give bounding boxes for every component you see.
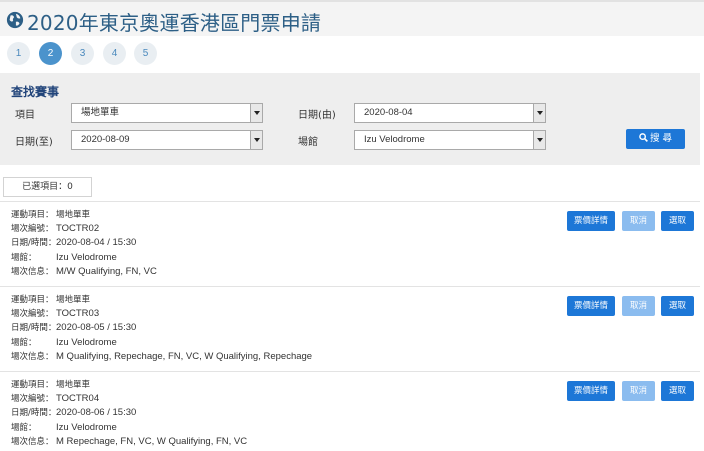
date-to-select-value: 2020-08-09 <box>81 134 130 145</box>
session-entry: 運動項目： 場地單車 場次編號： TOCTR03 日期/時間：2020-08-05 … <box>0 286 700 370</box>
cancel-button[interactable]: 取消 <box>622 296 655 316</box>
session-datetime-row: 日期/時間：2020-08-05 / 15:30 <box>11 322 137 333</box>
session-sport-row: 運動項目： 場地單車 <box>11 210 91 220</box>
venue-select[interactable]: Izu Velodrome <box>354 130 546 150</box>
step-1[interactable]: 1 <box>7 42 30 65</box>
session-code-row: 場次編號： TOCTR04 <box>11 393 100 404</box>
sport-select[interactable]: 場地單車 <box>71 103 263 123</box>
globe-icon <box>6 11 24 29</box>
ticket-details-button[interactable]: 票價詳情 <box>567 211 615 231</box>
session-code-row: 場次編號： TOCTR02 <box>11 223 100 234</box>
session-code-row: 場次編號： TOCTR03 <box>11 308 100 319</box>
page-header: 2020年東京奧運香港區門票申請 <box>0 0 704 36</box>
venue-label: 場館 <box>298 137 318 148</box>
session-entry: 運動項目： 場地單車 場次編號： TOCTR04 日期/時間：2020-08-06 … <box>0 371 700 451</box>
sport-select-value: 場地單車 <box>81 107 120 118</box>
selected-count-badge: 已選項目：0 <box>3 177 92 197</box>
session-datetime-row: 日期/時間：2020-08-04 / 15:30 <box>11 237 137 248</box>
select-button[interactable]: 選取 <box>661 211 694 231</box>
search-panel-title: 查找賽事 <box>11 85 60 99</box>
cancel-button[interactable]: 取消 <box>622 211 655 231</box>
chevron-down-icon <box>250 131 262 149</box>
date-from-select-value: 2020-08-04 <box>364 107 413 118</box>
step-2[interactable]: 2 <box>39 42 62 65</box>
date-from-select[interactable]: 2020-08-04 <box>354 103 546 123</box>
date-to-label: 日期(至) <box>15 137 53 148</box>
step-3[interactable]: 3 <box>71 42 94 65</box>
session-venue-row: 場館： Izu Velodrome <box>11 252 117 263</box>
step-4[interactable]: 4 <box>103 42 126 65</box>
ticket-details-button[interactable]: 票價詳情 <box>567 296 615 316</box>
chevron-down-icon <box>533 104 545 122</box>
date-from-label: 日期(由) <box>298 110 336 121</box>
cancel-button[interactable]: 取消 <box>622 381 655 401</box>
step-indicator: 1 2 3 4 5 <box>0 36 704 70</box>
sport-label: 項目 <box>15 110 35 121</box>
session-sport-row: 運動項目： 場地單車 <box>11 295 91 305</box>
session-venue-row: 場館： Izu Velodrome <box>11 337 117 348</box>
step-5[interactable]: 5 <box>134 42 157 65</box>
search-button-label: 搜 尋 <box>649 133 673 144</box>
search-icon <box>639 133 648 142</box>
session-info-row: 場次信息： M Qualifying, Repechage, FN, VC, W … <box>11 351 313 362</box>
date-to-select[interactable]: 2020-08-09 <box>71 130 263 150</box>
session-sport-row: 運動項目： 場地單車 <box>11 380 91 390</box>
search-button[interactable]: 搜 尋 <box>626 129 685 149</box>
chevron-down-icon <box>250 104 262 122</box>
session-datetime-row: 日期/時間：2020-08-06 / 15:30 <box>11 407 137 418</box>
venue-select-value: Izu Velodrome <box>364 134 425 145</box>
session-entry: 運動項目： 場地單車 場次編號： TOCTR02 日期/時間：2020-08-04 … <box>0 201 700 285</box>
page-title: 2020年東京奧運香港區門票申請 <box>27 11 322 35</box>
select-button[interactable]: 選取 <box>661 296 694 316</box>
session-info-row: 場次信息： M Repechage, FN, VC, W Qualifying, … <box>11 436 248 447</box>
ticket-details-button[interactable]: 票價詳情 <box>567 381 615 401</box>
session-venue-row: 場館： Izu Velodrome <box>11 422 117 433</box>
session-info-row: 場次信息： M/W Qualifying, FN, VC <box>11 266 157 277</box>
chevron-down-icon <box>533 131 545 149</box>
select-button[interactable]: 選取 <box>661 381 694 401</box>
